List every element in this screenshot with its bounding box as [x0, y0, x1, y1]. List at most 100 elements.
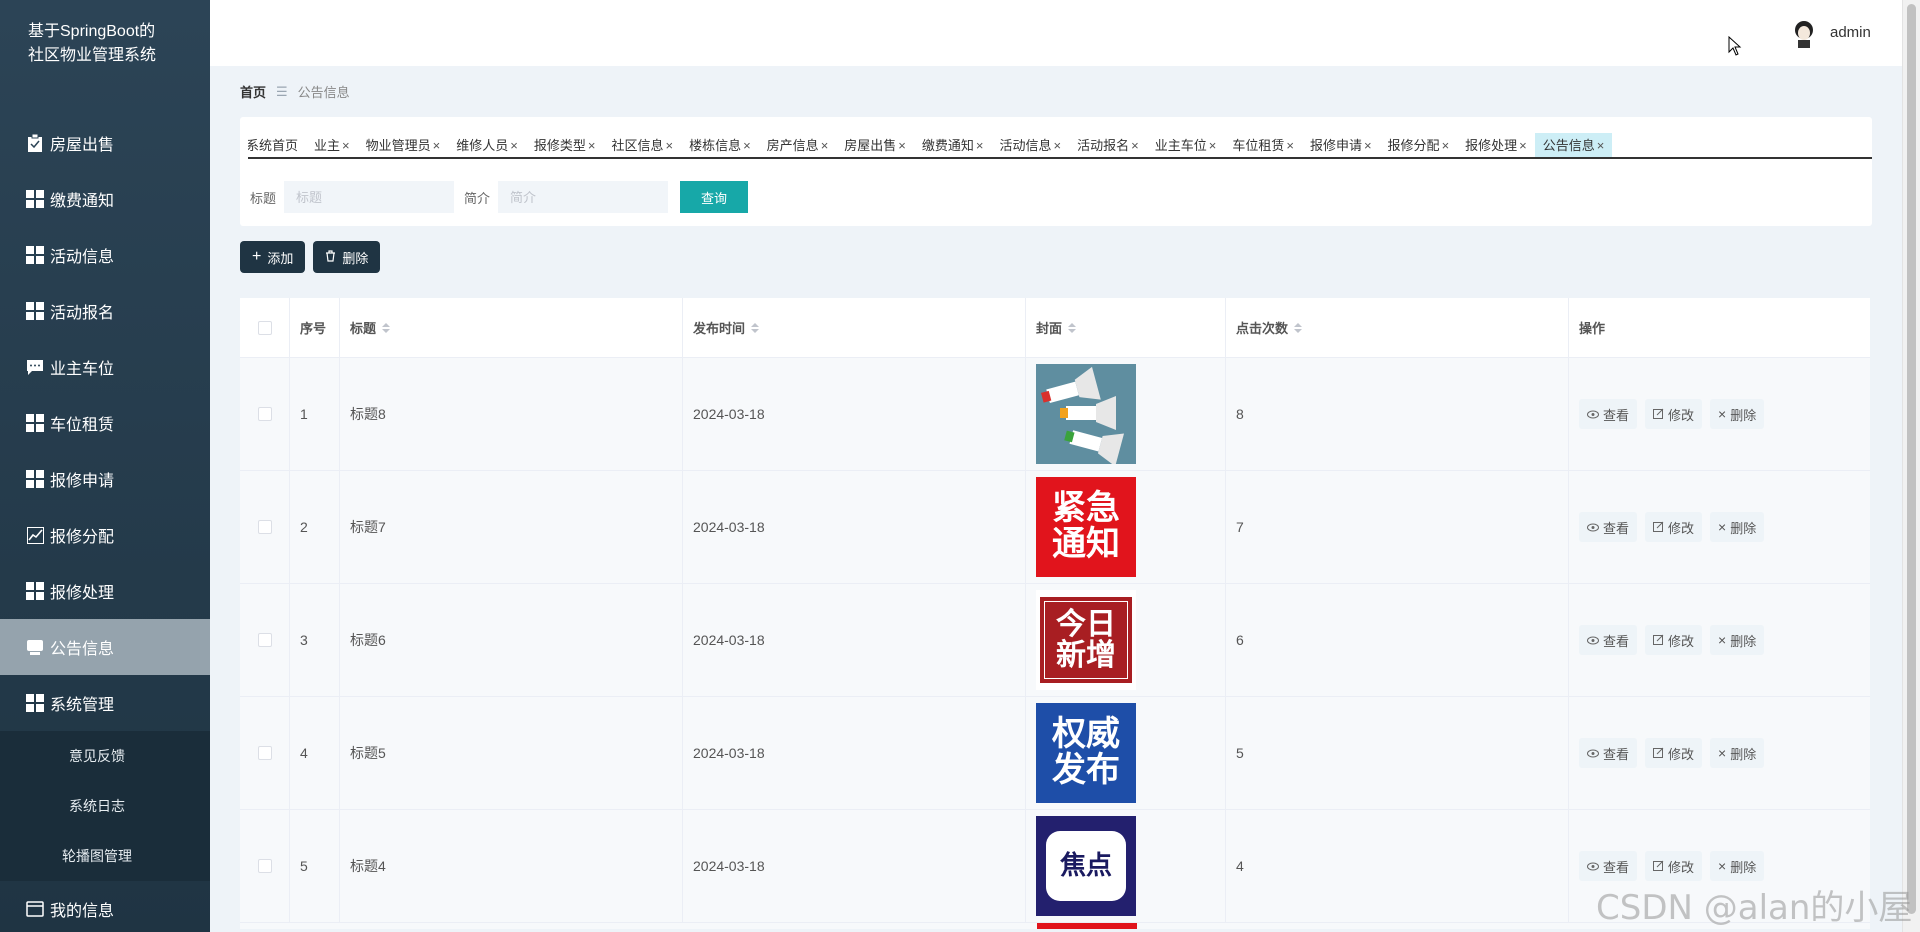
tab-14[interactable]: 报修申请 × — [1302, 133, 1380, 157]
tab-17[interactable]: 公告信息 × — [1534, 133, 1613, 157]
close-icon[interactable]: × — [1209, 133, 1217, 157]
sidebar-item-my-info[interactable]: 我的信息 — [0, 881, 210, 932]
page-scrollbar[interactable] — [1902, 0, 1920, 932]
sidebar-item-6[interactable]: 报修申请 — [0, 451, 210, 507]
intro-search-input[interactable] — [498, 181, 669, 213]
sidebar-item-4[interactable]: 业主车位 — [0, 339, 210, 395]
tab-8[interactable]: 房屋出售 × — [836, 133, 914, 157]
row-time: 2024-03-18 — [683, 471, 1026, 583]
sidebar-item-1[interactable]: 缴费通知 — [0, 171, 210, 227]
sidebar-item-0[interactable]: 房屋出售 — [0, 115, 210, 171]
view-button[interactable]: 查看 — [1579, 738, 1638, 768]
clipboard-icon — [26, 134, 44, 152]
close-icon[interactable]: × — [665, 133, 673, 157]
delete-button[interactable]: × 删除 — [1710, 512, 1765, 542]
tab-15[interactable]: 报修分配 × — [1380, 133, 1458, 157]
sort-icon[interactable] — [751, 322, 760, 333]
row-checkbox[interactable] — [257, 859, 272, 873]
close-icon[interactable]: × — [342, 133, 350, 157]
close-icon[interactable]: × — [588, 133, 596, 157]
row-checkbox[interactable] — [257, 633, 272, 647]
tab-0[interactable]: 系统首页 — [248, 133, 306, 157]
view-button[interactable]: 查看 — [1579, 851, 1638, 881]
username[interactable]: admin — [1830, 24, 1871, 41]
cover-text: 紧急 — [1052, 489, 1120, 528]
sort-icon[interactable] — [1068, 322, 1077, 333]
edit-button[interactable]: 修改 — [1645, 399, 1703, 429]
tab-11[interactable]: 活动报名 × — [1069, 133, 1147, 157]
edit-button[interactable]: 修改 — [1645, 625, 1703, 655]
delete-button[interactable]: × 删除 — [1710, 625, 1765, 655]
close-icon[interactable]: × — [1519, 133, 1527, 157]
view-button[interactable]: 查看 — [1579, 625, 1638, 655]
tab-12[interactable]: 业主车位 × — [1147, 133, 1225, 157]
row-checkbox[interactable] — [257, 746, 272, 760]
sidebar-item-7[interactable]: 报修分配 — [0, 507, 210, 563]
delete-label: 删除 — [1730, 746, 1757, 762]
view-button[interactable]: 查看 — [1579, 512, 1638, 542]
header-cover[interactable]: 封面 — [1026, 298, 1226, 357]
sidebar-item-8[interactable]: 报修处理 — [0, 563, 210, 619]
row-checkbox[interactable] — [257, 407, 272, 421]
tab-label: 缴费通知 — [921, 138, 974, 153]
close-icon[interactable]: × — [1442, 133, 1450, 157]
tab-4[interactable]: 报修类型 × — [526, 133, 604, 157]
sidebar-item-2[interactable]: 活动信息 — [0, 227, 210, 283]
delete-button[interactable]: × 删除 — [1710, 851, 1765, 881]
tab-13[interactable]: 车位租赁 × — [1224, 133, 1302, 157]
edit-icon — [1653, 407, 1664, 422]
close-icon[interactable]: × — [1597, 133, 1605, 157]
sort-icon[interactable] — [1294, 322, 1303, 333]
close-icon[interactable]: × — [510, 133, 518, 157]
close-icon[interactable]: × — [1286, 133, 1294, 157]
sidebar-item-3[interactable]: 活动报名 — [0, 283, 210, 339]
tab-1[interactable]: 业主 × — [306, 133, 358, 157]
tab-10[interactable]: 活动信息 × — [992, 133, 1070, 157]
close-icon[interactable]: × — [1364, 133, 1372, 157]
submenu-item-2[interactable]: 轮播图管理 — [0, 831, 210, 881]
delete-button[interactable]: × 删除 — [1710, 738, 1765, 768]
table-body: 1 标题8 2024-03-18 8 查看 修改 × 删除 2 标题7 2024-03-18 紧急 通知… — [240, 358, 1870, 929]
add-button[interactable]: + 添加 — [240, 241, 306, 273]
header-clicks[interactable]: 点击次数 — [1226, 298, 1569, 357]
submenu-item-1[interactable]: 系统日志 — [0, 781, 210, 831]
close-icon[interactable]: × — [743, 133, 751, 157]
edit-button[interactable]: 修改 — [1645, 512, 1703, 542]
scrollbar-thumb[interactable] — [1907, 4, 1916, 914]
tab-3[interactable]: 维修人员 × — [448, 133, 526, 157]
sort-icon[interactable] — [382, 322, 391, 333]
sidebar-item-5[interactable]: 车位租赁 — [0, 395, 210, 451]
close-icon[interactable]: × — [898, 133, 906, 157]
edit-button[interactable]: 修改 — [1645, 738, 1703, 768]
delete-button[interactable]: × 删除 — [1710, 399, 1765, 429]
close-icon[interactable]: × — [1054, 133, 1062, 157]
tab-16[interactable]: 报修处理 × — [1457, 133, 1535, 157]
tab-9[interactable]: 缴费通知 × — [914, 133, 992, 157]
grid-icon — [26, 190, 44, 208]
edit-button[interactable]: 修改 — [1645, 851, 1703, 881]
close-icon[interactable]: × — [1131, 133, 1139, 157]
tab-7[interactable]: 房产信息 × — [759, 133, 837, 157]
submenu-item-0[interactable]: 意见反馈 — [0, 731, 210, 781]
close-icon[interactable]: × — [433, 133, 441, 157]
query-button[interactable]: 查询 — [680, 181, 749, 213]
header-time[interactable]: 发布时间 — [683, 298, 1026, 357]
close-icon[interactable]: × — [976, 133, 984, 157]
close-icon[interactable]: × — [821, 133, 829, 157]
select-all-checkbox[interactable] — [257, 320, 272, 335]
view-button[interactable]: 查看 — [1579, 399, 1638, 429]
batch-delete-button[interactable]: 删除 — [313, 241, 381, 273]
tab-6[interactable]: 楼栋信息 × — [681, 133, 759, 157]
title-search-input[interactable] — [284, 181, 455, 213]
tab-2[interactable]: 物业管理员 × — [358, 133, 449, 157]
tab-5[interactable]: 社区信息 × — [603, 133, 681, 157]
sidebar-item-9[interactable]: 公告信息 — [0, 619, 210, 675]
header-title[interactable]: 标题 — [340, 298, 683, 357]
breadcrumb-home[interactable]: 首页 — [240, 82, 266, 101]
row-checkbox[interactable] — [257, 520, 272, 534]
delete-label: 删除 — [1730, 859, 1757, 875]
sidebar-item-10[interactable]: 系统管理 — [0, 675, 210, 731]
avatar[interactable] — [1790, 18, 1818, 48]
tab-label: 报修分配 — [1387, 138, 1440, 153]
sidebar-item-label: 缴费通知 — [50, 193, 115, 210]
